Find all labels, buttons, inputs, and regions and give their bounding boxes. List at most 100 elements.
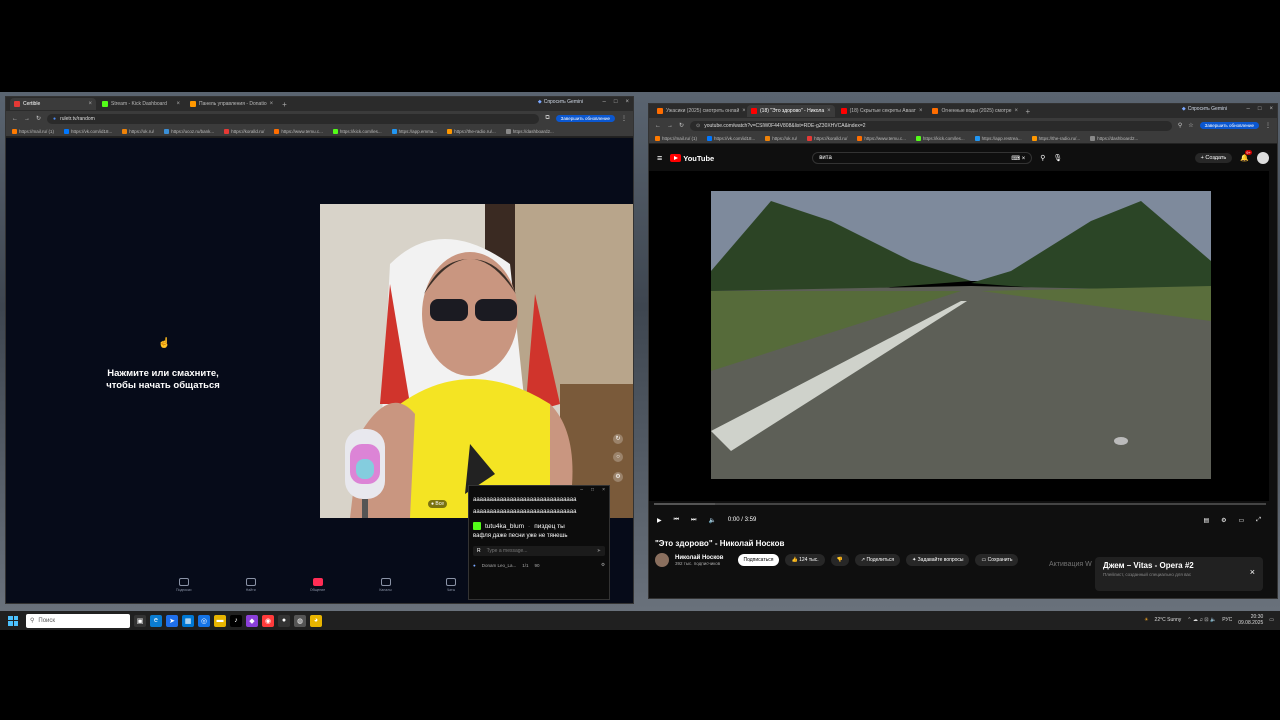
extensions-icon[interactable]: ⧉ (545, 115, 549, 122)
bookmark-item[interactable]: https://the-radio.ru/... (1031, 135, 1080, 141)
play-icon[interactable]: ▶ (657, 517, 662, 524)
search-input[interactable]: вита ⌨ × (812, 152, 1033, 164)
app-icon[interactable]: ◆ (246, 614, 258, 627)
create-button[interactable]: + Создать (1194, 153, 1233, 163)
edge-icon[interactable]: e (150, 614, 162, 627)
subtitles-icon[interactable]: ▤ (1203, 517, 1209, 524)
tray-icons[interactable]: ⌃ ☁ ♫ ⊡ 🔈 (1187, 617, 1216, 623)
gear-icon[interactable]: ⚙ (601, 562, 605, 568)
save-button[interactable]: ▭ Сохранить (975, 554, 1019, 566)
cam-badge[interactable]: ● Все (428, 500, 448, 508)
effects-icon[interactable]: ○ (613, 452, 623, 462)
close-window-icon[interactable]: × (1269, 106, 1273, 112)
like-button[interactable]: 👍 124 тыс. (785, 554, 825, 566)
clear-search-icon[interactable]: ⌨ × (1011, 155, 1025, 162)
bookmark-item[interactable]: https://mail.ru/ (1) (12, 128, 54, 134)
mix-playlist-card[interactable]: Джем – Vitas - Opera #2 Плейлист, создан… (1095, 557, 1263, 591)
bookmark-item[interactable]: https://kick.com/les... (915, 135, 965, 141)
obs-icon[interactable]: ● (278, 614, 290, 627)
nav-chats[interactable]: Чаты (446, 578, 456, 592)
weather-icon[interactable]: ☀ (1144, 617, 1148, 623)
share-button[interactable]: ↗ Поделиться (854, 554, 901, 566)
clock[interactable]: 20:30 09.08.2025 (1238, 614, 1263, 626)
chrome-icon[interactable]: ◕ (310, 614, 322, 627)
send-icon[interactable]: ➤ (597, 548, 601, 554)
app-icon[interactable]: ◍ (294, 614, 306, 627)
close-window-icon[interactable]: × (625, 99, 629, 105)
youtube-logo[interactable]: YouTube (670, 154, 714, 163)
address-bar[interactable]: ● ruletr.tv/random (47, 113, 540, 124)
previous-icon[interactable]: ⏮ (674, 517, 679, 524)
settings-icon[interactable]: ⚙ (613, 472, 623, 482)
nav-find[interactable]: Найти (245, 578, 256, 592)
bookmark-item[interactable]: https://ok.ru/ (765, 135, 797, 141)
close-icon[interactable]: × (919, 108, 923, 114)
bookmark-item[interactable]: https://ucoz.ru/bank... (164, 128, 214, 134)
bookmark-item[interactable]: https://vk.com/id18... (64, 128, 112, 134)
close-icon[interactable]: × (602, 487, 605, 493)
bookmark-item[interactable]: https://the-radio.ru/... (447, 128, 496, 134)
theater-mode-icon[interactable]: ▭ (1239, 517, 1245, 524)
volume-icon[interactable]: 🔈 (708, 517, 715, 524)
reload-icon[interactable]: ↻ (679, 122, 684, 129)
new-tab-button[interactable]: + (279, 100, 290, 109)
ask-button[interactable]: ✦ Задавайте вопросы (906, 554, 970, 566)
forward-icon[interactable]: → (24, 116, 30, 122)
channel-name[interactable]: Николай Носков (675, 555, 724, 561)
tab-movie-2[interactable]: Огненные воды (2025) смотре × (928, 105, 1020, 117)
search-icon[interactable]: ⚲ (1040, 154, 1045, 162)
store-icon[interactable]: ▦ (182, 614, 194, 627)
bookmark-item[interactable]: https://kick.com/les... (332, 128, 382, 134)
menu-icon[interactable]: ⋮ (1265, 122, 1271, 129)
language-indicator[interactable]: РУС (1222, 617, 1232, 623)
voice-search-icon[interactable]: 🎙 (1053, 154, 1062, 162)
back-icon[interactable]: ← (12, 116, 18, 122)
bookmark-item[interactable]: https://dashboard2... (505, 128, 554, 134)
forward-icon[interactable]: → (667, 123, 673, 129)
reload-icon[interactable]: ↻ (36, 115, 41, 122)
bookmark-item[interactable]: https://www.temu.c... (274, 128, 323, 134)
close-icon[interactable]: × (1250, 567, 1255, 577)
bookmark-item[interactable]: https://app.emma... (391, 128, 437, 134)
close-icon[interactable]: × (176, 101, 180, 107)
minimize-icon[interactable]: – (603, 99, 606, 105)
close-icon[interactable]: × (270, 101, 274, 107)
close-icon[interactable]: × (1015, 108, 1019, 114)
zoom-icon[interactable]: ⚲ (1178, 122, 1182, 129)
maximize-icon[interactable]: □ (591, 487, 594, 493)
notifications-icon[interactable]: 🔔 9+ (1240, 150, 1252, 162)
account-avatar[interactable] (1257, 152, 1269, 164)
taskbar-search[interactable]: ⚲ Поиск (26, 613, 130, 628)
subscribe-button[interactable]: Подписаться (737, 554, 780, 566)
update-button[interactable]: Завершить обновление (1199, 122, 1259, 129)
tab-roulette[interactable]: Certible × (10, 98, 96, 110)
hamburger-menu-icon[interactable]: ≡ (657, 153, 662, 163)
ask-gemini-button[interactable]: ◆ Спросить Gemini (538, 99, 583, 105)
video-progress-bar[interactable] (654, 503, 1266, 505)
start-chat-prompt[interactable]: Нажмите или смахните, чтобы начать общат… (88, 368, 238, 392)
bookmark-item[interactable]: https://app.restrea... (974, 135, 1022, 141)
star-icon[interactable]: ☆ (1188, 122, 1193, 129)
close-icon[interactable]: × (827, 108, 831, 114)
menu-icon[interactable]: ⋮ (621, 115, 627, 122)
weather-text[interactable]: 22°C Sunny (1155, 617, 1182, 623)
back-icon[interactable]: ← (655, 123, 661, 129)
telegram-icon[interactable]: ➤ (166, 614, 178, 627)
bookmark-item[interactable]: https://mail.ru/ (1) (655, 135, 697, 141)
dislike-button[interactable]: 👎 (830, 554, 849, 566)
minimize-icon[interactable]: – (1247, 106, 1250, 112)
bookmark-item[interactable]: https://www.temu.c... (857, 135, 906, 141)
video-player[interactable] (649, 171, 1269, 501)
bookmark-item[interactable]: https://dashboard2... (1090, 135, 1138, 141)
notification-center-icon[interactable]: ▭ (1269, 617, 1274, 623)
bookmark-item[interactable]: https://koralld.ru/ (807, 135, 847, 141)
rotate-icon[interactable]: ↻ (613, 434, 623, 444)
maximize-icon[interactable]: □ (614, 99, 618, 105)
bookmark-item[interactable]: https://ok.ru/ (122, 128, 154, 134)
new-tab-button[interactable]: + (1022, 107, 1033, 116)
nav-channels[interactable]: Каналы (379, 578, 392, 592)
fullscreen-icon[interactable]: ⤢ (1256, 517, 1269, 524)
next-icon[interactable]: ⏭ (691, 517, 696, 524)
chat-username[interactable]: tutu4ka_blum (485, 523, 524, 530)
folder-icon[interactable]: ▬ (214, 614, 226, 627)
